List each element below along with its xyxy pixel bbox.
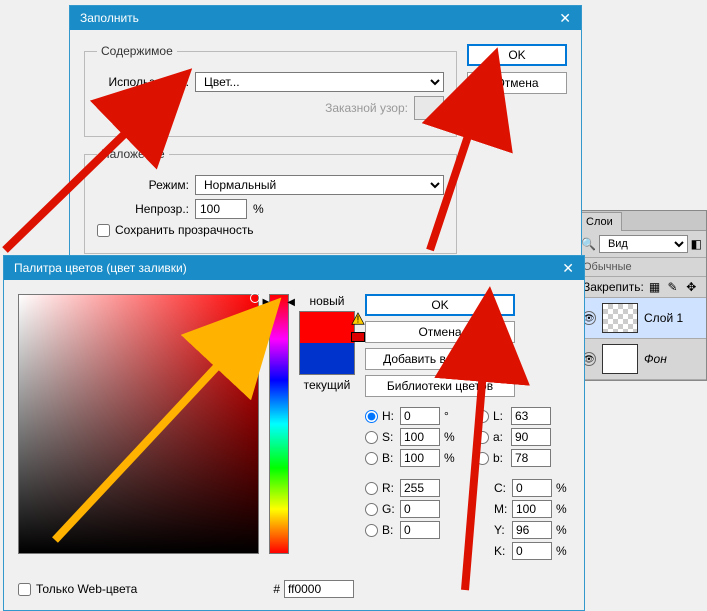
layer-thumbnail [602, 303, 638, 333]
h-radio[interactable] [365, 410, 378, 423]
lock-move-icon[interactable]: ✥ [686, 280, 700, 294]
opacity-label: Непрозр.: [97, 202, 189, 216]
r-input[interactable] [400, 479, 440, 497]
ok-button[interactable]: OK [365, 294, 515, 316]
lb-input[interactable] [511, 449, 551, 467]
close-icon[interactable]: ✕ [559, 10, 571, 27]
layers-panel: Слои 🔍 Вид ◧ Обычные Закрепить: ▦ ✎ ✥ 👁 … [576, 210, 707, 381]
layers-tab[interactable]: Слои [577, 212, 622, 231]
close-icon[interactable]: ✕ [562, 260, 574, 277]
k-input[interactable] [512, 542, 552, 560]
lock-brush-icon[interactable]: ✎ [668, 280, 682, 294]
content-fieldset: Содержимое Использовать: Цвет... Заказно… [84, 44, 457, 137]
custom-pattern-label: Заказной узор: [97, 101, 408, 115]
b-input[interactable] [400, 449, 440, 467]
web-only-checkbox[interactable] [18, 583, 31, 596]
s-radio[interactable] [365, 431, 378, 444]
fill-dialog-title: Заполнить [80, 11, 139, 25]
layers-kind-select[interactable]: Вид [599, 235, 688, 253]
b-radio[interactable] [365, 452, 378, 465]
add-swatches-button[interactable]: Добавить в образцы [365, 348, 515, 370]
bl-radio[interactable] [365, 524, 378, 537]
layer-item-bg[interactable]: 👁 Фон [577, 339, 706, 380]
color-preview [299, 311, 355, 375]
s-input[interactable] [400, 428, 440, 446]
color-libraries-button[interactable]: Библиотеки цветов [365, 375, 515, 397]
fill-dialog-titlebar[interactable]: Заполнить ✕ [70, 6, 581, 30]
hue-slider[interactable]: ▶ ◀ [269, 294, 289, 554]
c-input[interactable] [512, 479, 552, 497]
l-radio[interactable] [476, 410, 489, 423]
layer-name: Фон [644, 352, 667, 366]
color-picker-titlebar[interactable]: Палитра цветов (цвет заливки) ✕ [4, 256, 584, 280]
warning-icon[interactable]: ! [351, 312, 365, 326]
hex-label: # [273, 582, 280, 596]
svg-text:!: ! [357, 314, 360, 326]
cancel-button[interactable]: Отмена [365, 321, 515, 343]
gamut-swatch[interactable] [351, 332, 365, 342]
h-input[interactable] [400, 407, 440, 425]
y-input[interactable] [512, 521, 552, 539]
mode-label: Режим: [97, 178, 189, 192]
ok-button[interactable]: OK [467, 44, 567, 66]
current-label: текущий [304, 378, 351, 392]
a-radio[interactable] [476, 431, 489, 444]
use-select[interactable]: Цвет... [195, 72, 444, 92]
use-label: Использовать: [97, 75, 189, 89]
cancel-button[interactable]: Отмена [467, 72, 567, 94]
mode-select[interactable]: Нормальный [195, 175, 444, 195]
layer-thumbnail [602, 344, 638, 374]
new-color-swatch [300, 312, 354, 343]
layer-name: Слой 1 [644, 311, 683, 325]
lock-label: Закрепить: [583, 280, 644, 294]
blend-fieldset: Наложение Режим: Нормальный Непрозр.: % … [84, 147, 457, 254]
lb-radio[interactable] [476, 452, 489, 465]
a-input[interactable] [511, 428, 551, 446]
filter-icon[interactable]: ◧ [691, 237, 702, 251]
pattern-swatch [414, 96, 444, 120]
opacity-input[interactable] [195, 199, 247, 219]
search-icon: 🔍 [581, 237, 596, 251]
blend-mode-select[interactable]: Обычные [577, 258, 706, 277]
opacity-unit: % [253, 202, 264, 216]
g-radio[interactable] [365, 503, 378, 516]
current-color-swatch[interactable] [300, 343, 354, 374]
m-input[interactable] [512, 500, 552, 518]
hex-input[interactable] [284, 580, 354, 598]
color-picker-title: Палитра цветов (цвет заливки) [14, 261, 187, 275]
blend-legend: Наложение [97, 147, 169, 161]
content-legend: Содержимое [97, 44, 177, 58]
preserve-transparency-checkbox[interactable] [97, 224, 110, 237]
l-input[interactable] [511, 407, 551, 425]
hue-caret-left: ▶ [263, 297, 271, 308]
g-input[interactable] [400, 500, 440, 518]
color-cursor [250, 293, 260, 303]
fill-dialog: Заполнить ✕ Содержимое Использовать: Цве… [69, 5, 582, 283]
layer-item-1[interactable]: 👁 Слой 1 [577, 298, 706, 339]
preserve-transparency-label: Сохранить прозрачность [115, 223, 254, 237]
r-radio[interactable] [365, 482, 378, 495]
new-label: новый [309, 294, 344, 308]
lock-pixels-icon[interactable]: ▦ [649, 280, 663, 294]
color-field[interactable] [18, 294, 259, 554]
hue-caret-right: ◀ [287, 297, 295, 308]
web-only-label: Только Web-цвета [36, 582, 137, 596]
color-picker-dialog: Палитра цветов (цвет заливки) ✕ ▶ ◀ новы… [3, 255, 585, 611]
bl-input[interactable] [400, 521, 440, 539]
